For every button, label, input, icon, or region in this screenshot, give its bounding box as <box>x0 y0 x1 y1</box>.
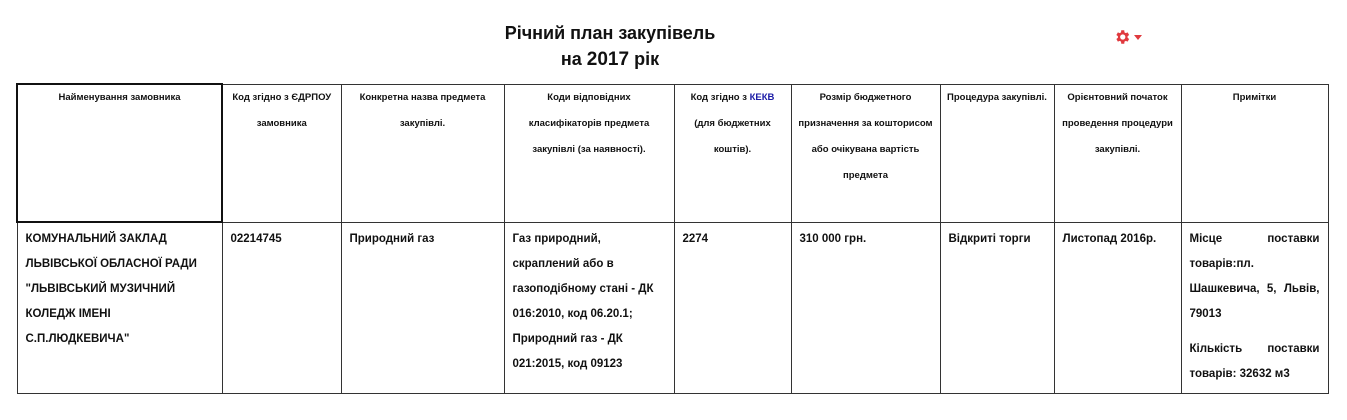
procurement-plan-page: Річний план закупівель на 2017 рік Найме… <box>0 0 1347 420</box>
header-kekv-prefix: Код згідно з <box>690 91 750 103</box>
table-row: КОМУНАЛЬНИЙ ЗАКЛАД ЛЬВІВСЬКОЇ ОБЛАСНОЇ Р… <box>16 221 1329 394</box>
cell-classifier: Газ природний, скраплений або в газоподі… <box>503 221 675 394</box>
classifier-line-1: Газ природний, скраплений або в газоподі… <box>512 232 654 320</box>
cell-budget: 310 000 грн. <box>790 221 941 394</box>
header-start: Орієнтовний початок проведення процедури… <box>1053 83 1182 223</box>
header-kekv-suffix: (для бюджетних коштів). <box>694 117 771 155</box>
cell-customer: КОМУНАЛЬНИЙ ЗАКЛАД ЛЬВІВСЬКОЇ ОБЛАСНОЇ Р… <box>16 221 223 394</box>
cell-subject: Природний газ <box>340 221 505 394</box>
header-budget: Розмір бюджетного призначення за коштори… <box>790 83 941 223</box>
title-suffix: рік <box>629 49 660 69</box>
gear-icon <box>1116 30 1130 44</box>
header-customer: Найменування замовника <box>16 83 223 223</box>
cell-procedure: Відкриті торги <box>939 221 1055 394</box>
title-line-1: Річний план закупівель <box>504 23 716 43</box>
title-prefix: на <box>560 49 587 69</box>
cell-edrpou: 02214745 <box>221 221 342 394</box>
caret-down-icon <box>1134 35 1142 40</box>
header-classifier: Коди відповідних класифікаторів предмета… <box>503 83 675 223</box>
title-line-2: на 2017 рік <box>400 46 820 73</box>
kekv-link[interactable]: КЕКВ <box>750 92 775 103</box>
title-year: 2017 <box>586 49 630 70</box>
cell-kekv: 2274 <box>673 221 792 394</box>
cell-notes: Місце поставки товарів:пл. Шашкевича, 5,… <box>1180 221 1329 394</box>
header-kekv: Код згідно з КЕКВ (для бюджетних коштів)… <box>673 83 792 223</box>
classifier-line-2: Природний газ - ДК 021:2015, код 09123 <box>512 332 623 370</box>
notes-delivery-place: Місце поставки товарів:пл. Шашкевича, 5,… <box>1189 232 1320 320</box>
settings-menu-button[interactable] <box>1113 27 1145 47</box>
header-notes: Примітки <box>1180 83 1329 223</box>
header-subject: Конкретна назва предмета закупівлі. <box>340 83 505 223</box>
page-title: Річний план закупівель на 2017 рік <box>400 20 820 73</box>
notes-delivery-quantity: Кількість поставки товарів: 32632 м3 <box>1189 342 1320 380</box>
header-procedure: Процедура закупівлі. <box>939 83 1055 223</box>
procurement-table: Найменування замовника Код згідно з ЄДРП… <box>16 83 1329 394</box>
header-edrpou: Код згідно з ЄДРПОУ замовника <box>221 83 342 223</box>
table-header-row: Найменування замовника Код згідно з ЄДРП… <box>16 83 1329 223</box>
cell-start: Листопад 2016р. <box>1053 221 1182 394</box>
